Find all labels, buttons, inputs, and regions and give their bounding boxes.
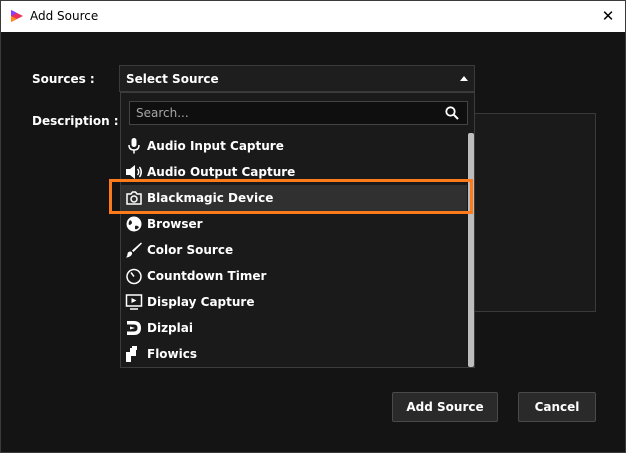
close-icon: ✕ xyxy=(601,7,615,25)
list-item-label: Countdown Timer xyxy=(147,269,267,283)
flowics-logo-icon xyxy=(126,346,137,362)
scrollbar-thumb[interactable] xyxy=(468,133,474,367)
list-item-label: Color Source xyxy=(147,243,234,257)
list-item[interactable]: Audio Input Capture xyxy=(121,133,467,159)
list-item-label: Audio Input Capture xyxy=(147,139,284,153)
list-item[interactable]: Audio Output Capture xyxy=(121,159,467,185)
dizplai-logo-icon xyxy=(127,321,141,335)
title-bar: Add Source ✕ xyxy=(1,1,625,32)
timer-icon xyxy=(126,268,142,285)
source-dropdown: Audio Input Capture Audio Output Capture… xyxy=(120,92,475,368)
globe-icon xyxy=(126,216,142,232)
list-item-label: Blackmagic Device xyxy=(147,191,274,205)
search-box xyxy=(129,101,468,125)
list-item-label: Flowics xyxy=(147,347,198,361)
caret-up-icon xyxy=(460,76,468,81)
app-logo-icon xyxy=(11,10,23,22)
list-item-label: Browser xyxy=(147,217,203,231)
add-source-button[interactable]: Add Source xyxy=(392,392,498,422)
camera-icon xyxy=(126,191,142,205)
search-input[interactable] xyxy=(136,105,426,121)
brush-icon xyxy=(126,242,142,258)
list-item-label: Display Capture xyxy=(147,295,255,309)
speaker-icon xyxy=(126,165,142,179)
list-item-selected[interactable]: Blackmagic Device xyxy=(121,185,467,211)
list-item[interactable]: Flowics xyxy=(121,341,467,367)
cancel-button[interactable]: Cancel xyxy=(518,392,596,422)
list-item[interactable]: Dizplai xyxy=(121,315,467,341)
monitor-icon xyxy=(125,294,143,310)
source-select[interactable]: Select Source xyxy=(119,65,475,92)
add-source-dialog: Add Source ✕ Sources : Description : Sel… xyxy=(0,0,626,453)
search-icon[interactable] xyxy=(445,106,459,120)
list-item[interactable]: Color Source xyxy=(121,237,467,263)
description-field[interactable] xyxy=(473,113,596,312)
list-item[interactable]: Display Capture xyxy=(121,289,467,315)
window-title: Add Source xyxy=(30,9,99,23)
list-item[interactable]: Countdown Timer xyxy=(121,263,467,289)
list-scrollbar[interactable] xyxy=(467,133,474,367)
list-item[interactable]: Browser xyxy=(121,211,467,237)
description-label: Description : xyxy=(32,114,119,128)
close-button[interactable]: ✕ xyxy=(597,5,619,27)
sources-label: Sources : xyxy=(32,72,95,86)
list-item-label: Dizplai xyxy=(147,321,193,335)
source-list: Audio Input Capture Audio Output Capture… xyxy=(121,133,467,367)
list-item-label: Audio Output Capture xyxy=(147,165,296,179)
microphone-icon xyxy=(128,138,140,154)
select-value: Select Source xyxy=(126,72,219,86)
